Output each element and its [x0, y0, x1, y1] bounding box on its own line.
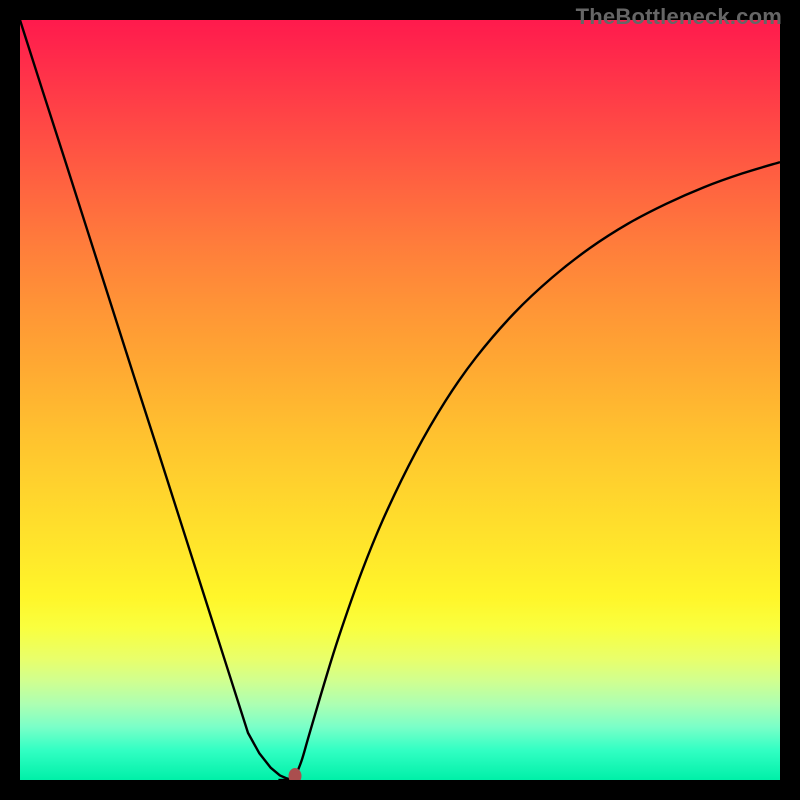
optimal-point-marker	[289, 768, 302, 780]
chart-frame: TheBottleneck.com	[0, 0, 800, 800]
plot-area	[20, 20, 780, 780]
bottleneck-curve	[20, 20, 780, 780]
curve-left-path	[20, 20, 294, 780]
curve-right-path	[294, 162, 780, 780]
watermark-text: TheBottleneck.com	[576, 4, 782, 30]
